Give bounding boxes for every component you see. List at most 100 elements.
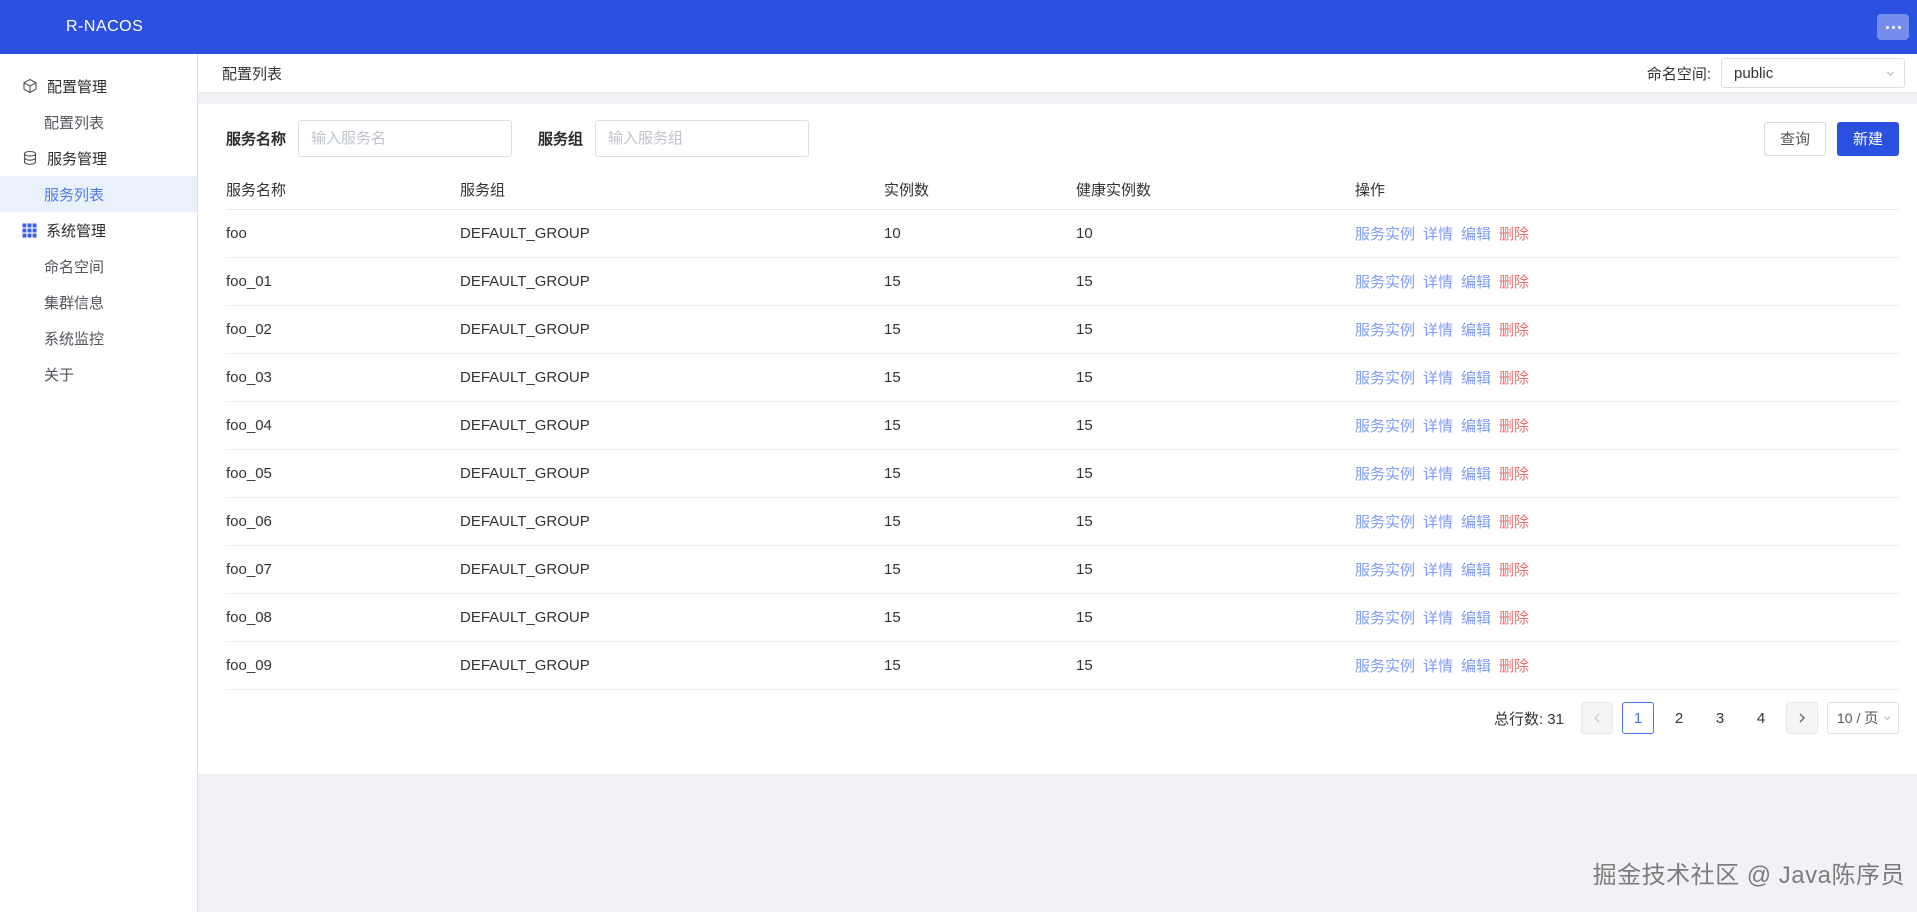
column-header-service-group: 服务组 <box>460 181 506 199</box>
next-page-button[interactable] <box>1786 702 1818 734</box>
row-actions: 服务实例 详情 编辑 删除 <box>1355 511 1899 532</box>
sidebar-item-service-list[interactable]: 服务列表 <box>0 176 197 212</box>
page-header: 配置列表 命名空间: public <box>198 54 1917 93</box>
delete-link[interactable]: 删除 <box>1499 415 1529 436</box>
edit-link[interactable]: 编辑 <box>1461 271 1491 292</box>
namespace-select[interactable]: public <box>1721 58 1905 88</box>
edit-link[interactable]: 编辑 <box>1461 511 1491 532</box>
sidebar-section-label: 配置管理 <box>47 78 108 96</box>
service-instances-link[interactable]: 服务实例 <box>1355 415 1415 436</box>
service-table: 服务名称 服务组 实例数 健康实例数 操作 foo DEFAULT_GROUP … <box>226 169 1899 690</box>
edit-link[interactable]: 编辑 <box>1461 415 1491 436</box>
service-name-cell: foo_04 <box>226 417 272 434</box>
detail-link[interactable]: 详情 <box>1423 559 1453 580</box>
row-actions: 服务实例 详情 编辑 删除 <box>1355 223 1899 244</box>
service-name-label: 服务名称 <box>226 131 287 148</box>
detail-link[interactable]: 详情 <box>1423 223 1453 244</box>
page-size-select[interactable]: 10 / 页 <box>1827 702 1899 734</box>
edit-link[interactable]: 编辑 <box>1461 655 1491 676</box>
sidebar-section-label: 系统管理 <box>46 222 107 240</box>
app-logo: R-NACOS <box>66 18 144 35</box>
edit-link[interactable]: 编辑 <box>1461 463 1491 484</box>
delete-link[interactable]: 删除 <box>1499 607 1529 628</box>
service-instances-link[interactable]: 服务实例 <box>1355 271 1415 292</box>
service-instances-link[interactable]: 服务实例 <box>1355 463 1415 484</box>
sidebar-section-service-management[interactable]: 服务管理 <box>0 140 197 176</box>
service-name-cell: foo <box>226 225 247 242</box>
row-actions: 服务实例 详情 编辑 删除 <box>1355 271 1899 292</box>
query-button[interactable]: 查询 <box>1763 121 1826 156</box>
table-row: foo_01 DEFAULT_GROUP 15 15 服务实例 详情 编辑 删除 <box>226 258 1899 306</box>
delete-link[interactable]: 删除 <box>1499 463 1529 484</box>
more-button[interactable] <box>1877 14 1909 40</box>
detail-link[interactable]: 详情 <box>1423 415 1453 436</box>
edit-link[interactable]: 编辑 <box>1461 559 1491 580</box>
delete-link[interactable]: 删除 <box>1499 655 1529 676</box>
delete-link[interactable]: 删除 <box>1499 367 1529 388</box>
healthy-count-cell: 15 <box>1076 417 1093 434</box>
instance-count-cell: 15 <box>884 513 901 530</box>
create-button[interactable]: 新建 <box>1836 121 1899 156</box>
service-group-cell: DEFAULT_GROUP <box>460 225 590 242</box>
instance-count-cell: 15 <box>884 417 901 434</box>
sidebar-item-system-monitor[interactable]: 系统监控 <box>0 320 197 356</box>
chevron-down-icon <box>1885 68 1896 79</box>
detail-link[interactable]: 详情 <box>1423 607 1453 628</box>
sidebar-item-config-list[interactable]: 配置列表 <box>0 104 197 140</box>
service-name-input[interactable] <box>298 120 513 157</box>
edit-link[interactable]: 编辑 <box>1461 223 1491 244</box>
service-group-cell: DEFAULT_GROUP <box>460 609 590 626</box>
detail-link[interactable]: 详情 <box>1423 463 1453 484</box>
sidebar-item-about[interactable]: 关于 <box>0 356 197 392</box>
service-instances-link[interactable]: 服务实例 <box>1355 319 1415 340</box>
table-row: foo_08 DEFAULT_GROUP 15 15 服务实例 详情 编辑 删除 <box>226 594 1899 642</box>
detail-link[interactable]: 详情 <box>1423 367 1453 388</box>
delete-link[interactable]: 删除 <box>1499 319 1529 340</box>
sidebar-section-config-management[interactable]: 配置管理 <box>0 68 197 104</box>
column-header-healthy-count: 健康实例数 <box>1076 181 1152 199</box>
table-row: foo_09 DEFAULT_GROUP 15 15 服务实例 详情 编辑 删除 <box>226 642 1899 690</box>
sidebar-item-cluster-info[interactable]: 集群信息 <box>0 284 197 320</box>
table-body: foo DEFAULT_GROUP 10 10 服务实例 详情 编辑 删除 fo… <box>226 210 1899 690</box>
service-instances-link[interactable]: 服务实例 <box>1355 511 1415 532</box>
edit-link[interactable]: 编辑 <box>1461 607 1491 628</box>
edit-link[interactable]: 编辑 <box>1461 319 1491 340</box>
service-instances-link[interactable]: 服务实例 <box>1355 607 1415 628</box>
detail-link[interactable]: 详情 <box>1423 511 1453 532</box>
healthy-count-cell: 15 <box>1076 513 1093 530</box>
instance-count-cell: 15 <box>884 465 901 482</box>
row-actions: 服务实例 详情 编辑 删除 <box>1355 367 1899 388</box>
healthy-count-cell: 10 <box>1076 225 1093 242</box>
delete-link[interactable]: 删除 <box>1499 511 1529 532</box>
total-rows-label: 总行数: 31 <box>1493 710 1564 728</box>
chevron-down-icon <box>1882 713 1892 723</box>
service-group-label: 服务组 <box>538 131 584 148</box>
service-instances-link[interactable]: 服务实例 <box>1355 223 1415 244</box>
page-button-1[interactable]: 1 <box>1622 702 1654 734</box>
service-group-input[interactable] <box>595 120 810 157</box>
service-name-cell: foo_07 <box>226 561 272 578</box>
edit-link[interactable]: 编辑 <box>1461 367 1491 388</box>
instance-count-cell: 15 <box>884 321 901 338</box>
delete-link[interactable]: 删除 <box>1499 559 1529 580</box>
delete-link[interactable]: 删除 <box>1499 223 1529 244</box>
service-instances-link[interactable]: 服务实例 <box>1355 559 1415 580</box>
watermark-text: 掘金技术社区 @ Java陈序员 <box>1592 862 1905 889</box>
sidebar-section-system-management[interactable]: 系统管理 <box>0 212 197 248</box>
service-instances-link[interactable]: 服务实例 <box>1355 655 1415 676</box>
page-button-3[interactable]: 3 <box>1704 702 1736 734</box>
service-instances-link[interactable]: 服务实例 <box>1355 367 1415 388</box>
detail-link[interactable]: 详情 <box>1423 319 1453 340</box>
sidebar-item-namespace[interactable]: 命名空间 <box>0 248 197 284</box>
sidebar: 配置管理 配置列表 服务管理 服务列表 系统管理 命名空间 集群信息 系统监控 … <box>0 54 198 912</box>
delete-link[interactable]: 删除 <box>1499 271 1529 292</box>
detail-link[interactable]: 详情 <box>1423 655 1453 676</box>
page-button-4[interactable]: 4 <box>1745 702 1777 734</box>
instance-count-cell: 15 <box>884 609 901 626</box>
detail-link[interactable]: 详情 <box>1423 271 1453 292</box>
main-content: 配置列表 命名空间: public 服务名称 服务组 查询 新建 服务名称 <box>198 54 1917 912</box>
page-button-2[interactable]: 2 <box>1663 702 1695 734</box>
row-actions: 服务实例 详情 编辑 删除 <box>1355 655 1899 676</box>
prev-page-button[interactable] <box>1581 702 1613 734</box>
instance-count-cell: 10 <box>884 225 901 242</box>
